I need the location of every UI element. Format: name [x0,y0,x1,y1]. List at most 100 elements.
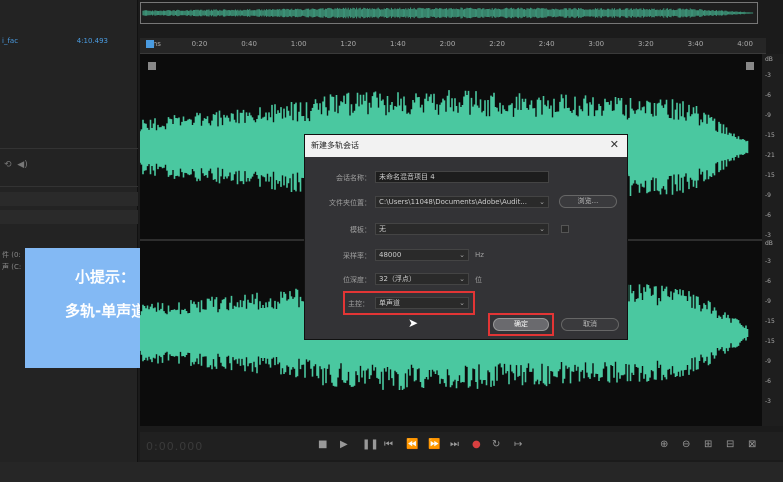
ruler-tick-label: 3:20 [638,40,654,48]
overview-waveform [142,7,754,19]
skip-end-icon[interactable]: ⏭ [450,439,459,450]
db-tick-label: -3 [765,398,771,405]
list-item[interactable]: 件 (0: [2,250,21,260]
sample-rate-label: 采样率： [343,252,371,260]
dialog-titlebar[interactable]: 新建多轨会话 ✕ [305,135,627,157]
ruler-tick-label: 1:40 [390,40,406,48]
db-tick-label: -9 [765,298,771,305]
chevron-down-icon: ⌄ [459,275,465,283]
session-name-input[interactable]: 未命名混音项目 4 [375,171,549,183]
panel-divider [0,186,138,187]
db-unit-label: dB [765,240,773,247]
panel-header-row [0,192,138,206]
ruler-tick-label: 2:20 [489,40,505,48]
zoom-out-icon[interactable]: ⊖ [682,439,690,450]
fast-forward-icon[interactable]: ⏩ [428,439,440,450]
bit-depth-label: 位深度： [343,276,371,284]
ok-highlight-box [488,313,554,336]
skip-selection-icon[interactable]: ↦ [514,439,522,450]
mouse-cursor-icon: ➤ [408,316,419,330]
zoom-fit-icon[interactable]: ⊠ [748,439,756,450]
bit-depth-unit: 位 [475,276,482,284]
speaker-icon[interactable]: ◀) [17,160,27,170]
db-tick-label: -6 [765,92,771,99]
db-tick-label: -15 [765,338,775,345]
session-name-label: 会话名称： [336,174,371,182]
file-row[interactable]: i_fac 4:10.493 [0,34,138,48]
sample-rate-unit: Hz [475,251,484,259]
status-bar [0,462,783,482]
db-tick-label: -6 [765,278,771,285]
master-highlight-box [343,291,475,315]
browse-button[interactable]: 浏览... [559,195,617,208]
ruler-tick-label: 0:40 [241,40,257,48]
chevron-down-icon: ⌄ [539,225,545,233]
ruler-tick-label: 2:40 [538,40,555,48]
template-value: 无 [379,225,386,233]
dialog-title: 新建多轨会话 [311,141,359,150]
panel-divider [0,148,138,149]
list-item[interactable]: 声 (C: [2,262,21,272]
ruler-tick-label: 3:40 [687,40,704,48]
db-tick-label: -15 [765,132,775,139]
stop-icon[interactable]: ■ [318,439,327,450]
close-icon[interactable]: ✕ [610,138,619,151]
transport-bar: 0:00.000 ■ ▶ ❚❚ ⏮ ⏪ ⏩ ⏭ ● ↻ ↦ ⊕ ⊖ ⊞ ⊟ ⊠ [140,432,783,460]
db-tick-label: -6 [765,212,771,219]
bit-depth-select[interactable]: 32（浮点） ⌄ [375,273,469,285]
record-icon[interactable]: ● [472,439,481,450]
folder-location-value: C:\Users\11048\Documents\Adobe\Audit... [379,198,527,206]
ruler-tick-label: 4:00 [737,40,753,48]
fade-handle-icon[interactable] [746,62,754,70]
waveform-overview[interactable] [140,2,758,24]
chevron-down-icon: ⌄ [539,198,545,206]
db-unit-label: dB [765,56,773,63]
template-select[interactable]: 无 ⌄ [375,223,549,235]
db-tick-label: -15 [765,318,775,325]
loop-playback-icon[interactable]: ↻ [492,439,500,450]
play-icon[interactable]: ▶ [340,439,348,450]
files-panel: i_fac 4:10.493 ⟲ ◀) 件 (0: 声 (C: [0,0,138,482]
overview-wave-path [142,7,754,19]
zoom-selection-icon[interactable]: ⊟ [726,439,734,450]
db-tick-label: -21 [765,152,775,159]
timecode-display: 0:00.000 [146,440,204,453]
file-duration: 4:10.493 [76,37,108,45]
playhead-marker[interactable] [146,40,154,48]
ruler-tick-label: 3:00 [588,40,605,48]
db-tick-label: -9 [765,358,771,365]
db-tick-label: -9 [765,192,771,199]
sample-rate-select[interactable]: 48000 ⌄ [375,249,469,261]
folder-location-select[interactable]: C:\Users\11048\Documents\Adobe\Audit... … [375,196,549,208]
fade-handle-icon[interactable] [148,62,156,70]
tip-title: 小提示： [75,268,136,286]
template-label: 模板： [350,226,371,234]
db-tick-label: -9 [765,112,771,119]
zoom-full-icon[interactable]: ⊞ [704,439,712,450]
chevron-down-icon: ⌄ [459,251,465,259]
cancel-button[interactable]: 取消 [561,318,619,331]
zoom-in-icon[interactable]: ⊕ [660,439,668,450]
loop-icon[interactable]: ⟲ [4,160,12,170]
db-tick-label: -3 [765,258,771,265]
db-scale: dB -3 -6 -9 -15 -21 -15 -9 -6 -3 dB -3 -6 -9 -15 -15 -9-… [762,54,783,426]
new-multitrack-session-dialog: 新建多轨会话 ✕ 会话名称： 未命名混音项目 4 文件夹位置： C:\Users… [304,134,628,340]
panel-search-row[interactable] [0,210,138,224]
db-tick-label: -3 [765,72,771,79]
db-tick-label: -3 [765,232,771,239]
time-ruler[interactable]: hms0:200:401:001:201:402:002:202:403:003… [140,38,766,54]
db-tick-label: -6 [765,378,771,385]
ruler-tick-label: 0:20 [191,40,208,48]
ruler-tick-label: 1:00 [290,40,307,48]
template-checkbox[interactable] [561,225,569,233]
rewind-icon[interactable]: ⏪ [406,439,418,450]
skip-start-icon[interactable]: ⏮ [384,439,393,450]
bit-depth-value: 32（浮点） [379,275,416,283]
db-tick-label: -15 [765,172,775,179]
panel-icons: ⟲ ◀) [4,160,28,170]
ruler-tick-label: 2:00 [439,40,456,48]
pause-icon[interactable]: ❚❚ [362,439,379,450]
folder-location-label: 文件夹位置： [329,199,371,207]
sample-rate-value: 48000 [379,251,402,259]
file-name: i_fac [2,37,19,45]
